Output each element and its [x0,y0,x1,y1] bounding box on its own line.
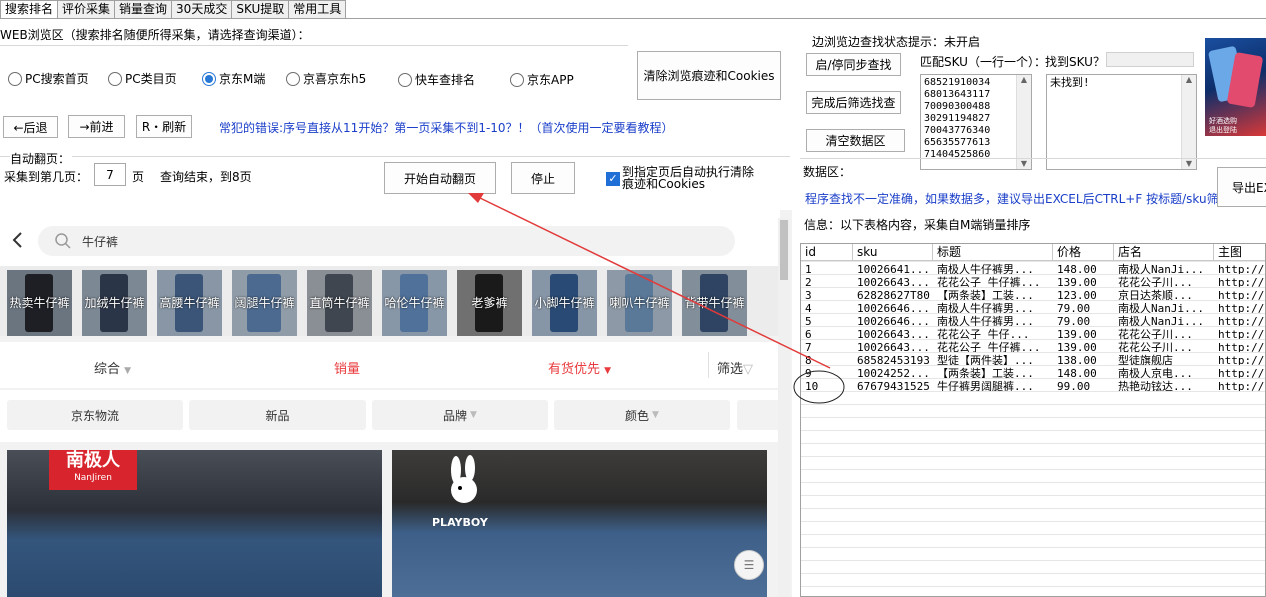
annotation-arrow-line [477,196,831,369]
annotation-overlay [468,193,845,404]
annotation-circle [793,370,845,404]
